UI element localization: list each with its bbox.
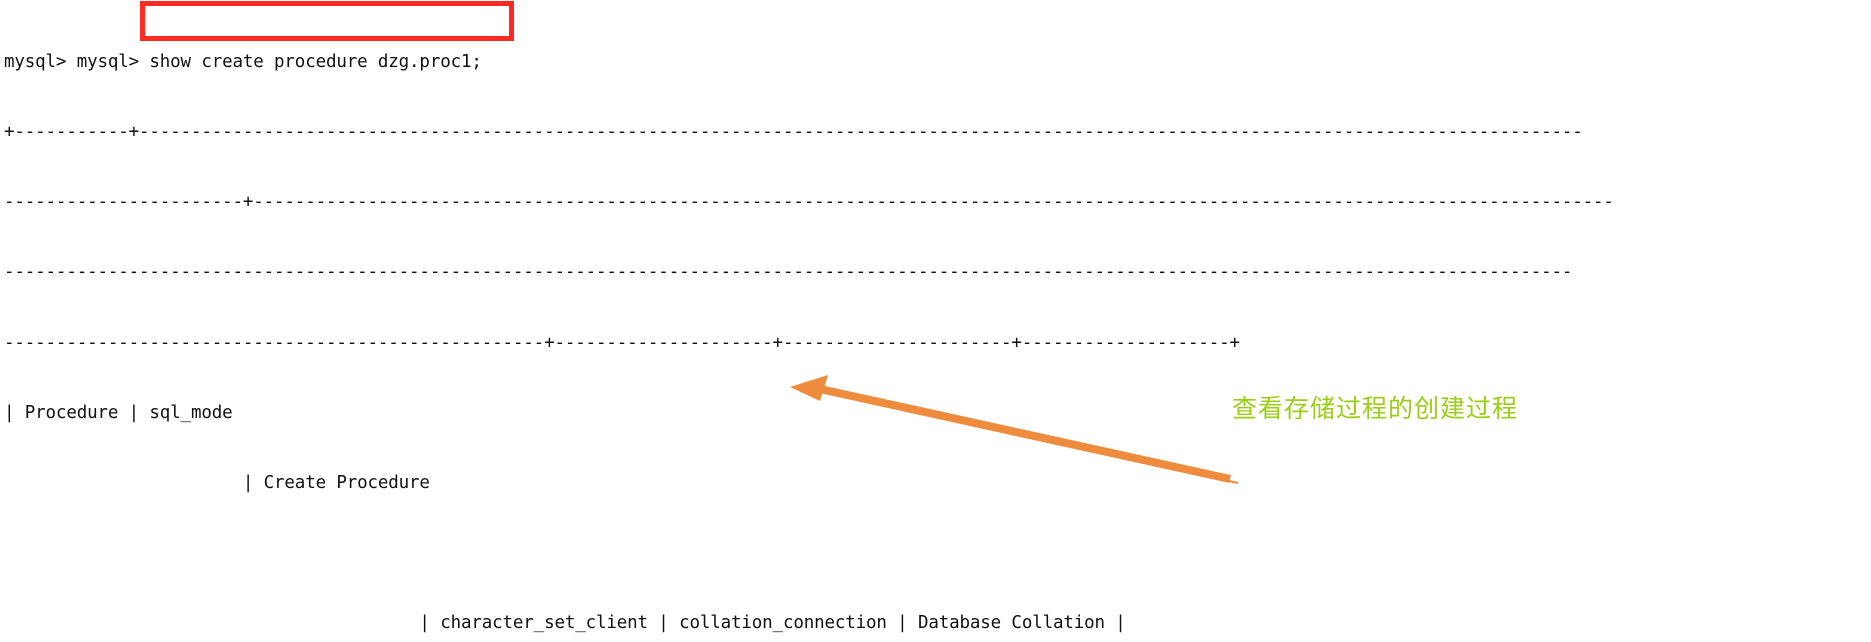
annotation-label: 查看存储过程的创建过程	[1232, 394, 1519, 423]
terminal-line: | character_set_client | collation_conne…	[4, 613, 1126, 634]
terminal-output[interactable]: mysql> mysql> show create procedure dzg.…	[0, 0, 1871, 642]
terminal-line: -----------------------+----------------…	[4, 192, 1614, 213]
terminal-line: ----------------------------------------…	[4, 332, 1240, 353]
terminal-line: | Procedure | sql_mode	[4, 402, 233, 423]
terminal-line: +-----------+---------------------------…	[4, 122, 1583, 143]
terminal-line: ----------------------------------------…	[4, 262, 1573, 283]
terminal-line: | Create Procedure	[4, 473, 430, 494]
terminal-line: mysql> mysql> show create procedure dzg.…	[4, 51, 482, 72]
